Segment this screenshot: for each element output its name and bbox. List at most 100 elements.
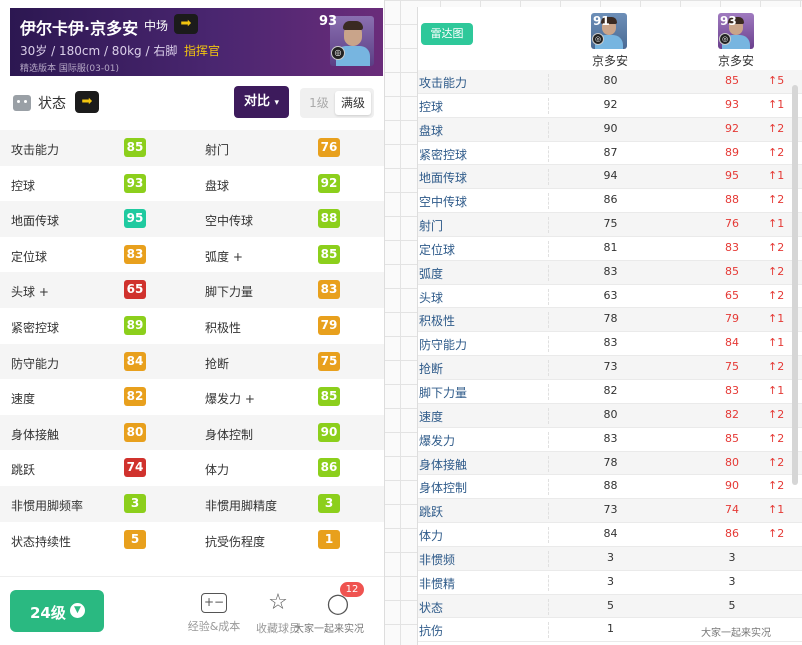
stat-name: 身体控制: [205, 427, 254, 442]
player-rating: 93: [319, 14, 338, 29]
level-button[interactable]: 24级 ▼: [10, 590, 104, 632]
level-button-label: 24级: [30, 604, 66, 622]
compare-value-a: 3: [548, 550, 672, 567]
stat-name: 身体接触: [11, 427, 60, 442]
stat-name: 体力: [205, 463, 230, 478]
compare-row: 射门 75 76 ↑1: [418, 213, 802, 237]
stat-name: 速度: [11, 392, 36, 407]
stat-name: 控球: [11, 178, 36, 193]
stat-name: 非惯用脚频率: [11, 498, 84, 513]
level-min-option[interactable]: 1级: [304, 92, 334, 114]
stats-grid: 攻击能力 85 射门 76 控球 93 盘球 92 地面传球 95 空中传球 88 定位球 83 弧度 + 8…: [0, 130, 384, 558]
stat-name: 防守能力: [11, 356, 60, 371]
compare-row: 跳跃 73 74 ↑1: [418, 499, 802, 524]
compare-button[interactable]: 对比 ▾: [234, 86, 289, 118]
compare-attr-name: 爆发力: [419, 433, 456, 448]
stat-name: 抗受伤程度: [205, 534, 266, 549]
compare-value-a: 63: [548, 288, 672, 305]
compare-value-a: 5: [548, 598, 672, 615]
stat-name: 弧度 +: [205, 249, 243, 264]
stat-value-badge: 85: [318, 387, 340, 407]
stat-name: 头球 +: [11, 285, 49, 300]
compare-attr-name: 头球: [419, 290, 444, 305]
compare-row: 空中传球 86 88 ↑2: [418, 189, 802, 214]
compare-row: 定位球 81 83 ↑2: [418, 237, 802, 261]
compare-panel: 雷达图 ◎ 91 京多安 ◎ 93 京多安 攻击能力 80 85 ↑5 控球 92 93 ↑1…: [417, 7, 802, 645]
compare-row: 脚下力量 82 83 ↑1: [418, 380, 802, 404]
star-icon: ☆: [268, 590, 288, 615]
compare-attr-name: 非惯精: [419, 576, 456, 591]
compare-rating-a: 91: [593, 14, 610, 28]
compare-value-b: 95: [725, 169, 739, 183]
compare-value-a: 83: [548, 431, 672, 448]
player-role[interactable]: 指挥官: [184, 42, 220, 59]
compare-value-a: 1: [548, 622, 672, 639]
level-max-option[interactable]: 满级: [335, 91, 371, 115]
compare-value-a: 3: [548, 574, 672, 591]
compare-value-a: 84: [548, 527, 672, 544]
stat-row: 攻击能力 85 射门 76: [0, 130, 384, 166]
stat-row: 身体接触 80 身体控制 90: [0, 414, 384, 451]
player-version: 精选版本 国际服(03-01): [20, 64, 120, 74]
player-name: 伊尔卡伊·京多安: [20, 19, 139, 38]
stat-row: 状态持续性 5 抗受伤程度 1: [0, 522, 384, 558]
arrow-right-icon[interactable]: ➡: [174, 14, 198, 34]
compare-diff: ↑2: [768, 527, 785, 541]
compare-attr-name: 盘球: [419, 123, 444, 138]
compare-diff: ↑2: [768, 288, 785, 302]
stat-value-badge: 74: [124, 458, 146, 478]
exp-cost-button[interactable]: +− 经验&成本: [184, 591, 244, 634]
compare-value-a: 90: [548, 121, 672, 138]
compare-row: 非惯频 3 3: [418, 546, 802, 571]
compare-name-a: 京多安: [592, 54, 629, 68]
compare-diff: ↑2: [768, 145, 785, 159]
club-badge-icon: ◎: [331, 46, 345, 60]
compare-value-a: 73: [548, 360, 672, 377]
compare-value-a: 78: [548, 312, 672, 329]
compare-row: 非惯精 3 3: [418, 571, 802, 595]
stat-row: 定位球 83 弧度 + 85: [0, 237, 384, 273]
compare-value-a: 73: [548, 503, 672, 520]
stat-value-badge: 90: [318, 422, 340, 442]
stat-name: 空中传球: [205, 214, 254, 229]
player-position: 中场: [144, 19, 169, 33]
compare-diff: ↑5: [768, 74, 785, 87]
compare-value-b: 84: [725, 336, 739, 350]
radar-chart-button[interactable]: 雷达图: [421, 23, 473, 45]
compare-avatar-b[interactable]: ◎ 93: [718, 13, 754, 49]
stat-row: 地面传球 95 空中传球 88: [0, 201, 384, 237]
comment-count-badge: 12: [340, 582, 364, 597]
stat-value-badge: 79: [318, 315, 340, 335]
compare-attr-name: 体力: [419, 529, 444, 544]
compare-value-b: 85: [725, 74, 739, 87]
compare-value-a: 88: [548, 479, 672, 496]
compare-value-a: 83: [548, 336, 672, 353]
compare-value-b: 75: [725, 360, 739, 374]
stat-name: 攻击能力: [11, 143, 60, 157]
stat-name: 地面传球: [11, 214, 60, 229]
stat-value-badge: 75: [318, 351, 340, 371]
compare-row: 头球 63 65 ↑2: [418, 285, 802, 309]
compare-value-b: 74: [725, 503, 739, 517]
compare-attr-name: 状态: [419, 600, 444, 615]
stat-value-badge: 85: [124, 138, 146, 157]
compare-value-a: 78: [548, 455, 672, 472]
compare-avatar-a[interactable]: ◎ 91: [591, 13, 627, 49]
scrollbar[interactable]: [792, 85, 798, 485]
compare-attr-name: 速度: [419, 409, 444, 424]
compare-attr-name: 弧度: [419, 266, 444, 281]
stat-row: 紧密控球 89 积极性 79: [0, 308, 384, 344]
stat-value-badge: 84: [124, 351, 146, 371]
compare-row: 弧度 83 85 ↑2: [418, 260, 802, 285]
comment-button[interactable]: ◯ 12: [318, 582, 364, 615]
compare-value-b: 5: [728, 598, 736, 612]
compare-attr-name: 攻击能力: [419, 76, 468, 90]
club-badge-icon: ◎: [719, 33, 731, 45]
stat-value-badge: 82: [124, 387, 146, 407]
compare-value-b: 3: [728, 574, 736, 588]
status-label: 状态: [38, 96, 66, 112]
compare-value-b: 82: [725, 407, 739, 421]
compare-value-a: 94: [548, 169, 672, 186]
robot-status-icon: [13, 95, 31, 111]
arrow-right-icon[interactable]: ➡: [75, 91, 99, 113]
